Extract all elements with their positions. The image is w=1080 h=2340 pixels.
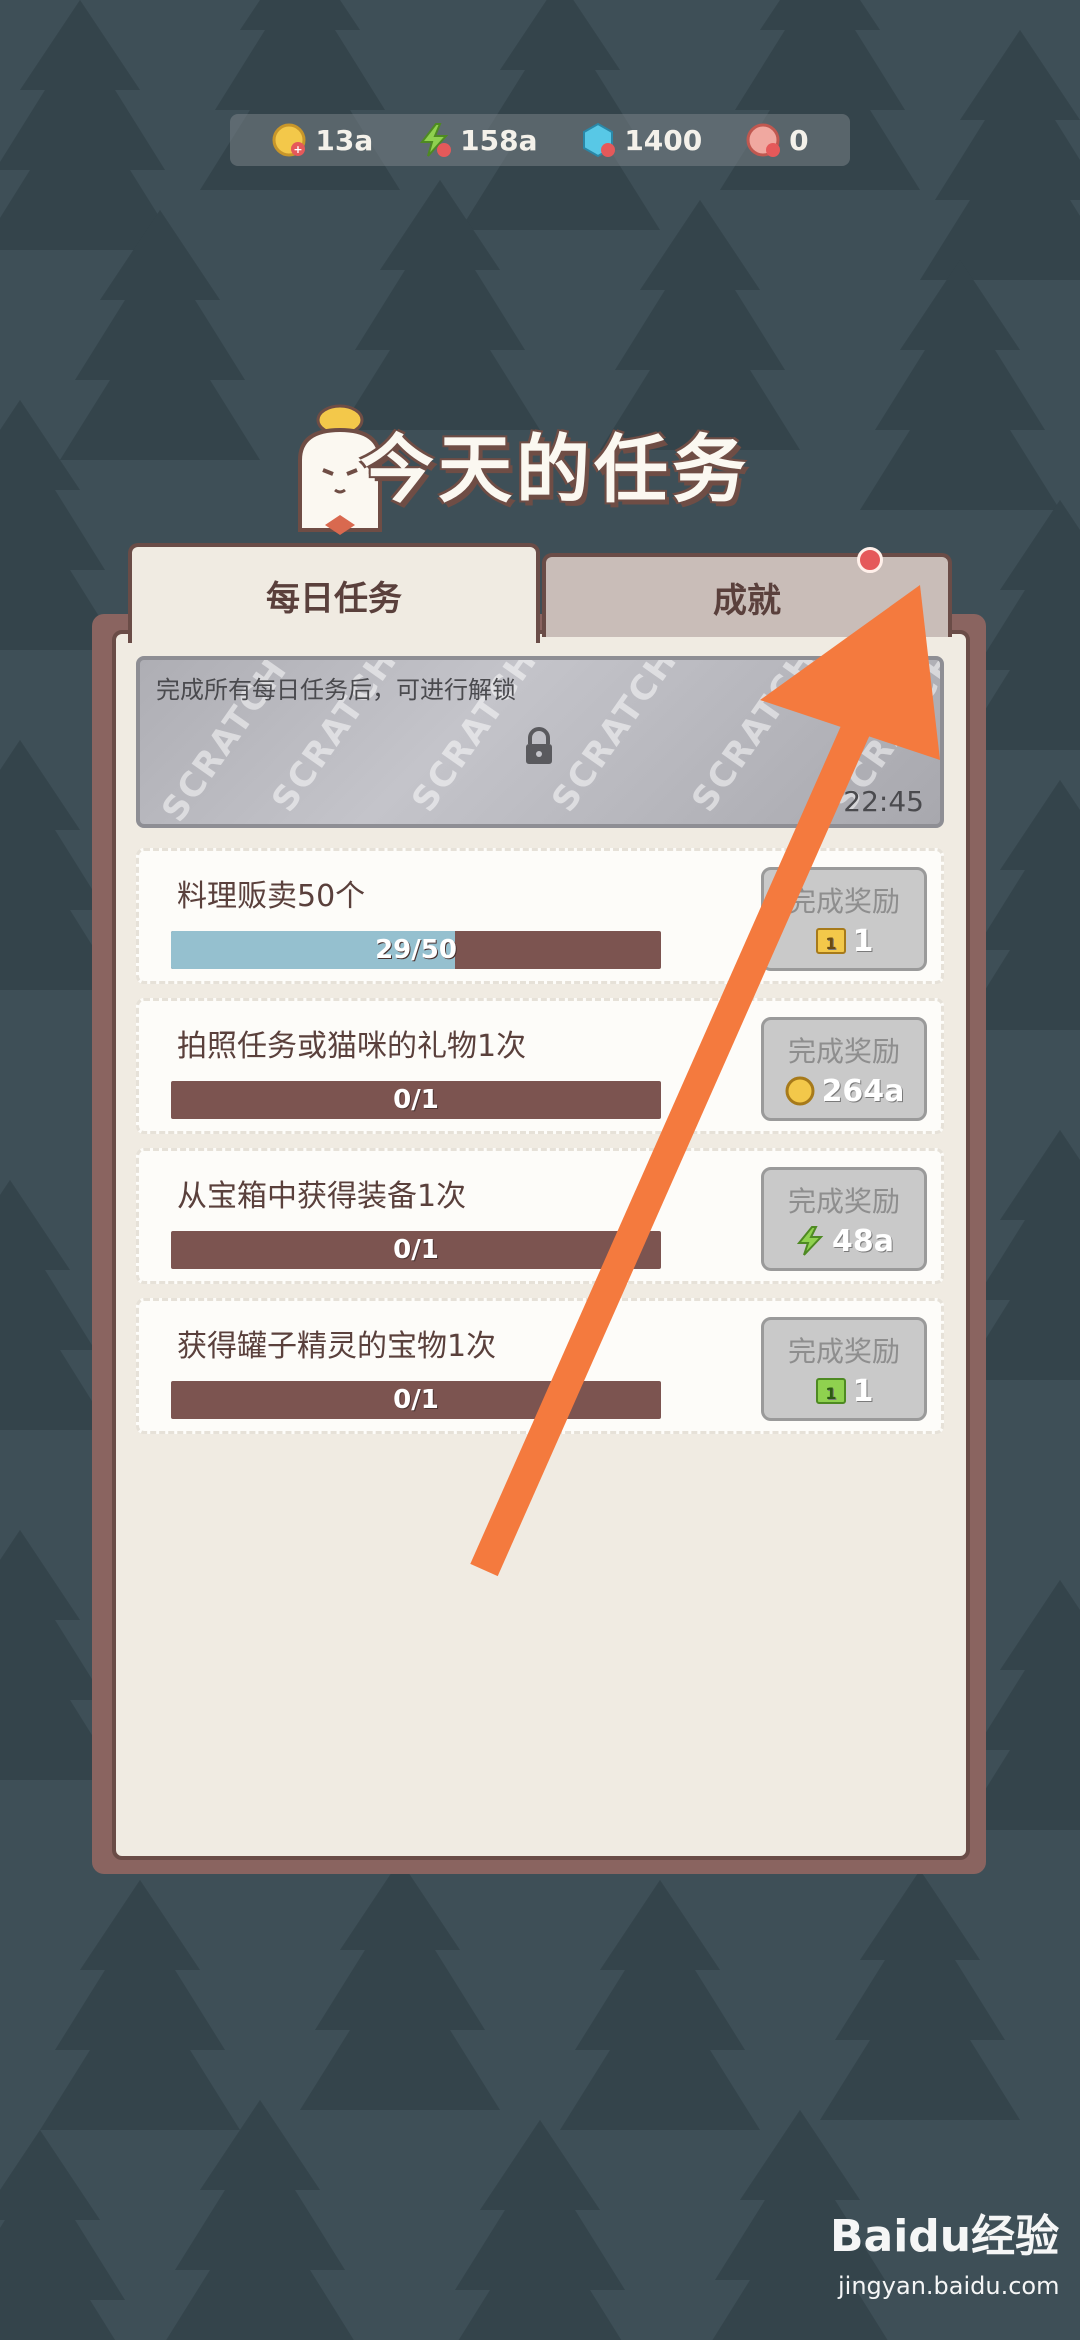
claim-reward-button[interactable]: 完成奖励 1 1 — [761, 867, 927, 971]
task-card: 从宝箱中获得装备1次 0/1 完成奖励 48a — [136, 1148, 944, 1284]
page-title: 今天的任务 — [360, 427, 750, 513]
tab-achievements[interactable]: 成就 — [542, 553, 952, 637]
currency-energy-value: 158a — [460, 123, 538, 157]
task-progress-text: 0/1 — [393, 1085, 439, 1115]
notification-dot — [857, 547, 883, 573]
gold-coin-icon — [784, 1075, 816, 1107]
task-title: 获得罐子精灵的宝物1次 — [177, 1329, 497, 1364]
ticket-green-icon: 1 — [815, 1375, 847, 1407]
task-progress-bar: 0/1 — [171, 1081, 661, 1119]
reward-label: 完成奖励 — [787, 884, 900, 918]
currency-gem-value: 1400 — [624, 123, 703, 157]
reward-label: 完成奖励 — [787, 1034, 900, 1068]
scratch-timer: 22:45 — [843, 785, 924, 818]
currency-gold[interactable]: + 13a — [271, 122, 373, 158]
task-progress-bar: 29/50 — [171, 931, 661, 969]
reward-amount-value: 1 — [852, 1373, 874, 1409]
reward-amount: 1 1 — [815, 923, 874, 959]
scratch-hint: 完成所有每日任务后，可进行解锁 — [156, 676, 516, 704]
ticket-icon — [745, 122, 781, 158]
svg-text:1: 1 — [825, 1384, 836, 1403]
watermark-url: jingyan.baidu.com — [838, 2272, 1060, 2300]
tab-daily-tasks-label: 每日任务 — [266, 578, 402, 619]
task-progress-text: 0/1 — [393, 1235, 439, 1265]
task-progress-bar: 0/1 — [171, 1231, 661, 1269]
lightning-icon — [416, 122, 452, 158]
reward-amount: 1 1 — [815, 1373, 874, 1409]
reward-label: 完成奖励 — [787, 1184, 900, 1218]
svg-text:+: + — [294, 143, 303, 156]
currency-gold-value: 13a — [315, 123, 374, 157]
currency-energy[interactable]: 158a — [416, 122, 537, 158]
reward-label: 完成奖励 — [787, 1334, 900, 1368]
task-card: 获得罐子精灵的宝物1次 0/1 完成奖励 1 1 — [136, 1298, 944, 1434]
task-progress-bar: 0/1 — [171, 1381, 661, 1419]
task-progress-text: 0/1 — [393, 1385, 439, 1415]
reward-amount: 48a — [794, 1224, 894, 1259]
baidu-logo: Baidu经验 — [830, 2211, 1060, 2262]
tab-daily-tasks[interactable]: 每日任务 — [128, 543, 540, 643]
scratch-card[interactable]: SCRATCH SCRATCH SCRATCH SCRATCH SCRATCH … — [136, 656, 944, 828]
currency-ticket-value: 0 — [789, 123, 809, 157]
currency-bar: + 13a 158a 1400 0 — [230, 114, 850, 166]
currency-ticket[interactable]: 0 — [745, 122, 809, 158]
scratch-watermark: SCRATCH — [544, 656, 686, 820]
task-card: 拍照任务或猫咪的礼物1次 0/1 完成奖励 264a — [136, 998, 944, 1134]
ticket-gold-icon: 1 — [815, 925, 847, 957]
task-title: 料理贩卖50个 — [177, 879, 366, 914]
task-title: 拍照任务或猫咪的礼物1次 — [177, 1029, 527, 1064]
task-card: 料理贩卖50个 29/50 完成奖励 1 1 — [136, 848, 944, 984]
task-title: 从宝箱中获得装备1次 — [177, 1179, 467, 1214]
reward-amount-value: 48a — [832, 1223, 894, 1259]
currency-gem[interactable]: 1400 — [580, 122, 702, 158]
task-progress-text: 29/50 — [375, 935, 457, 965]
lightning-icon — [794, 1225, 826, 1257]
tab-achievements-label: 成就 — [713, 580, 781, 621]
reward-amount: 264a — [784, 1073, 905, 1109]
claim-reward-button[interactable]: 完成奖励 1 1 — [761, 1317, 927, 1421]
claim-reward-button[interactable]: 完成奖励 48a — [761, 1167, 927, 1271]
reward-amount-value: 1 — [852, 923, 874, 959]
scratch-watermark: SCRATCH — [684, 656, 826, 820]
gem-icon — [580, 122, 616, 158]
claim-reward-button[interactable]: 完成奖励 264a — [761, 1017, 927, 1121]
gold-coin-icon: + — [271, 122, 307, 158]
lock-icon — [522, 726, 556, 766]
svg-text:1: 1 — [825, 934, 836, 953]
reward-amount-value: 264a — [821, 1073, 905, 1109]
